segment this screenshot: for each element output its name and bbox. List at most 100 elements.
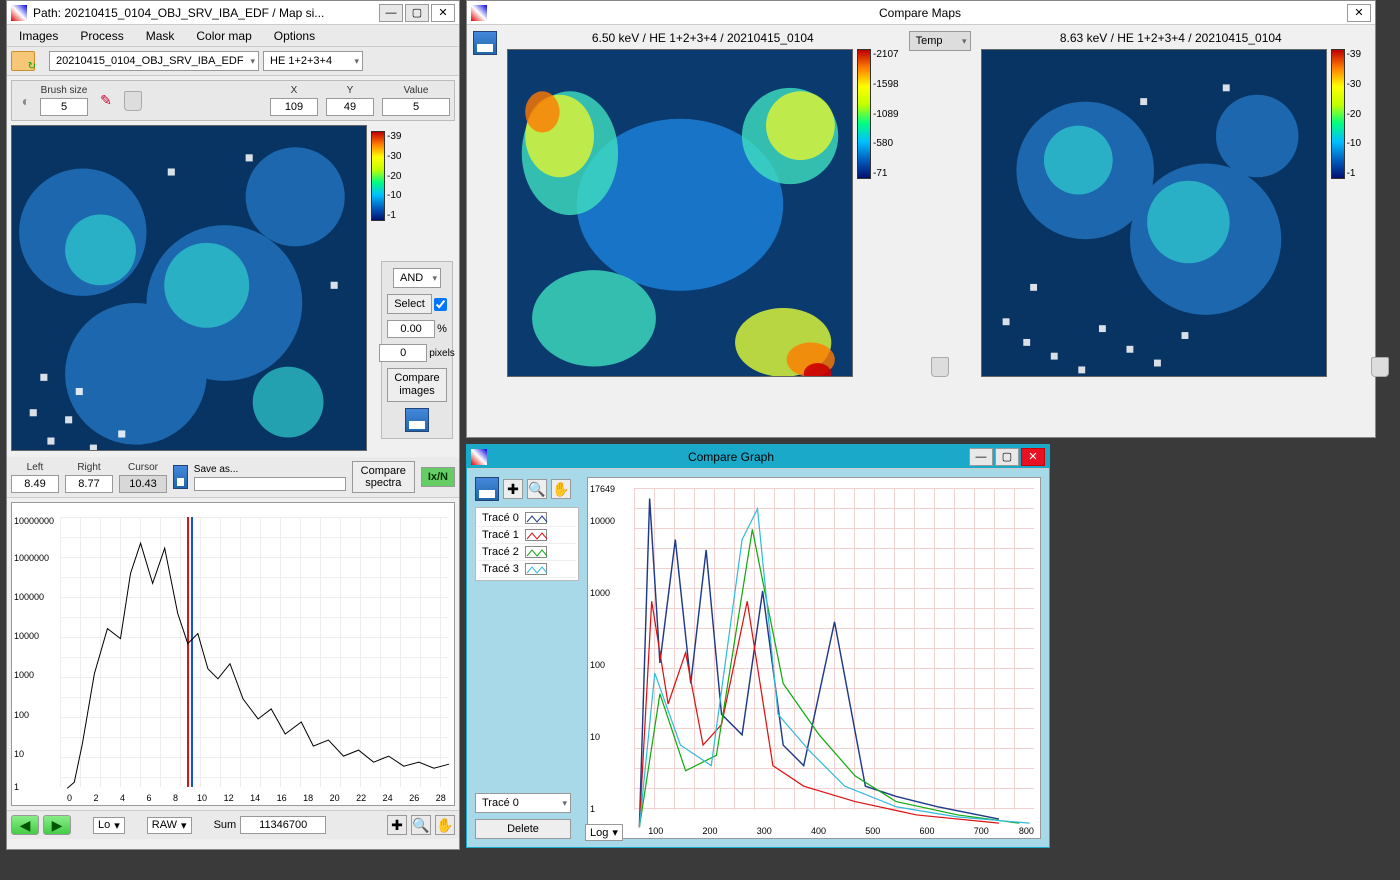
colorbar-main (371, 131, 385, 221)
compare-spectra-button[interactable]: Compare spectra (352, 461, 415, 493)
x-label: X (291, 85, 298, 96)
x-input[interactable] (270, 98, 318, 116)
detector-dropdown-label: HE 1+2+3+4 (270, 55, 332, 67)
menu-process[interactable]: Process (72, 27, 131, 45)
raw-select[interactable]: RAW ▾ (147, 817, 192, 834)
trace-select[interactable]: Tracé 0 (475, 793, 571, 813)
pixels-unit: pixels (429, 348, 455, 359)
close-button[interactable]: ✕ (1021, 448, 1045, 466)
menu-mask[interactable]: Mask (138, 27, 183, 45)
window1-title: Path: 20210415_0104_OBJ_SRV_IBA_EDF / Ma… (33, 6, 379, 20)
sum-value (240, 816, 326, 834)
next-button[interactable]: ▶ (43, 815, 71, 835)
percent-unit: % (437, 323, 447, 335)
compare-images-button[interactable]: Compare images (387, 368, 446, 402)
map-b-title: 8.63 keV / HE 1+2+3+4 / 20210415_0104 (1060, 31, 1282, 45)
save-graph-icon[interactable] (475, 477, 499, 501)
maximize-button[interactable]: ▢ (995, 448, 1019, 466)
pixels-input[interactable] (379, 344, 427, 362)
lo-label: Lo (98, 819, 110, 831)
trace-label: Tracé 1 (482, 529, 519, 541)
tool-trash-icon[interactable] (124, 91, 142, 111)
pan-icon[interactable]: ✋ (435, 815, 455, 835)
cb-tick: -30 (1347, 79, 1361, 90)
app-icon (471, 5, 487, 21)
delete-button[interactable]: Delete (475, 819, 571, 839)
window3-title: Compare Graph (493, 450, 969, 464)
select-checkbox[interactable] (434, 298, 447, 311)
minimize-button[interactable]: — (379, 4, 403, 22)
trace-select-label: Tracé 0 (482, 797, 519, 809)
trace-row[interactable]: Tracé 3 (478, 561, 576, 578)
map-a-title: 6.50 keV / HE 1+2+3+4 / 20210415_0104 (592, 31, 814, 45)
maximize-button[interactable]: ▢ (405, 4, 429, 22)
trace-label: Tracé 3 (482, 563, 519, 575)
menu-colormap[interactable]: Color map (188, 27, 259, 45)
map-b-canvas[interactable] (981, 49, 1327, 377)
close-button[interactable]: ✕ (431, 4, 455, 22)
raw-label: RAW (152, 819, 177, 831)
cb-tick: -1598 (873, 79, 899, 90)
close-button[interactable]: ✕ (1347, 4, 1371, 22)
cb-tick: -20 (1347, 109, 1361, 120)
saveas-input[interactable] (194, 477, 346, 491)
spectrum-plot[interactable]: 10000000 1000000 100000 10000 1000 100 1… (11, 502, 455, 806)
value-input[interactable] (382, 98, 450, 116)
compare-graph-plot[interactable]: 17649 10000 1000 100 10 1 100 200 300 40… (587, 477, 1041, 839)
cb-tick: -39 (1347, 49, 1361, 60)
trash-a-icon[interactable] (931, 357, 949, 377)
save-map-icon[interactable] (405, 408, 429, 432)
select-button[interactable]: Select (387, 294, 432, 314)
cb-tick: -71 (873, 168, 899, 179)
right-input[interactable] (65, 475, 113, 493)
percent-input[interactable] (387, 320, 435, 338)
brush-size-icon: ◐ (16, 91, 36, 111)
saveas-disk-icon[interactable] (173, 465, 188, 489)
menu-images[interactable]: Images (11, 27, 66, 45)
log-label: Log (590, 827, 608, 839)
pan-icon[interactable]: ✋ (551, 479, 571, 499)
temp-label: Temp (916, 35, 943, 47)
save-comparemaps-icon[interactable] (473, 31, 497, 55)
zoom-icon[interactable]: 🔍 (527, 479, 547, 499)
tool-pencil-icon[interactable]: ✎ (96, 91, 116, 111)
trace-row[interactable]: Tracé 0 (478, 510, 576, 527)
map-canvas-main[interactable] (11, 125, 367, 451)
colorbar-a (857, 49, 871, 179)
log-select[interactable]: Log ▾ (585, 824, 623, 841)
colorbar-b (1331, 49, 1345, 179)
logic-dropdown[interactable]: AND (393, 268, 441, 288)
left-input[interactable] (11, 475, 59, 493)
trace-row[interactable]: Tracé 2 (478, 544, 576, 561)
cb-tick: -580 (873, 138, 899, 149)
trace-row[interactable]: Tracé 1 (478, 527, 576, 544)
left-label: Left (27, 462, 44, 473)
brush-size-label: Brush size (41, 85, 88, 96)
lo-select[interactable]: Lo ▾ (93, 817, 125, 834)
sum-label: Sum (214, 819, 237, 831)
y-input[interactable] (326, 98, 374, 116)
right-label: Right (77, 462, 100, 473)
temp-dropdown[interactable]: Temp (909, 31, 971, 51)
crosshair-icon[interactable]: ✚ (387, 815, 407, 835)
trash-b-icon[interactable] (1371, 357, 1389, 377)
trace-label: Tracé 0 (482, 512, 519, 524)
map-a-canvas[interactable] (507, 49, 853, 377)
cb-tick: -10 (1347, 138, 1361, 149)
minimize-button[interactable]: — (969, 448, 993, 466)
cb-tick: -1 (387, 210, 401, 221)
brush-size-input[interactable] (40, 98, 88, 116)
path-dropdown-label: 20210415_0104_OBJ_SRV_IBA_EDF (56, 55, 244, 67)
prev-button[interactable]: ◀ (11, 815, 39, 835)
zoom-icon[interactable]: 🔍 (411, 815, 431, 835)
crosshair-icon[interactable]: ✚ (503, 479, 523, 499)
ixn-button[interactable]: Ix/N (421, 467, 455, 487)
saveas-label: Save as... (194, 464, 346, 475)
cursor-label: Cursor (128, 462, 158, 473)
detector-dropdown[interactable]: HE 1+2+3+4 (263, 51, 363, 71)
menu-options[interactable]: Options (266, 27, 323, 45)
logic-label: AND (400, 272, 423, 284)
path-dropdown[interactable]: 20210415_0104_OBJ_SRV_IBA_EDF (49, 51, 259, 71)
open-folder-icon[interactable] (11, 51, 35, 71)
cursor-input[interactable] (119, 475, 167, 493)
